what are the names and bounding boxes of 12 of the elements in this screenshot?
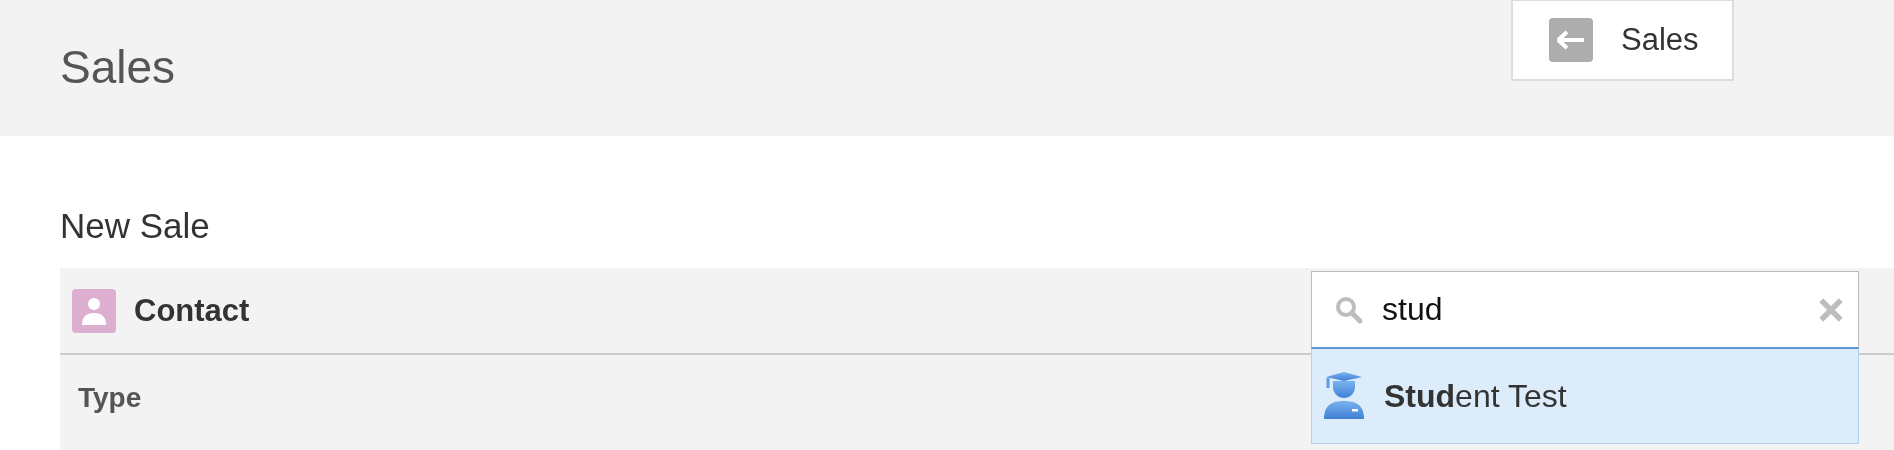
student-icon <box>1322 371 1366 421</box>
search-field[interactable]: stud <box>1311 271 1859 349</box>
field-label: Type <box>78 381 142 414</box>
search-input[interactable]: stud <box>1382 291 1818 328</box>
search-icon <box>1334 294 1364 325</box>
form-title: New Sale <box>60 206 211 247</box>
result-item[interactable]: Student Test <box>1311 349 1859 444</box>
person-icon <box>72 288 116 333</box>
clear-icon[interactable] <box>1818 296 1844 323</box>
page-title: Sales <box>60 40 176 94</box>
contact-label: Contact <box>134 292 250 329</box>
back-button[interactable]: Sales <box>1511 0 1734 81</box>
